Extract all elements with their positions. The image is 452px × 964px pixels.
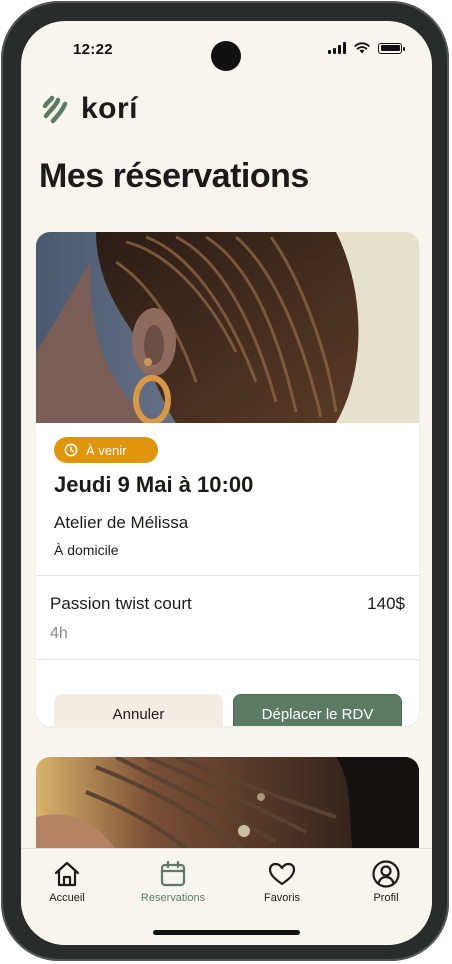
reschedule-button[interactable]: Déplacer le RDV [233, 694, 402, 726]
tab-label: Reservations [140, 892, 206, 904]
service-price: 140$ [367, 594, 405, 613]
calendar-icon [160, 860, 186, 887]
app-screen: 12:22 korí Mes réservations À venir Jeud… [21, 21, 432, 945]
divider [36, 575, 419, 576]
heart-icon [268, 862, 296, 886]
home-icon [54, 861, 80, 887]
tab-favoris[interactable]: Favoris [237, 859, 327, 904]
reservation-location: À domicile [54, 542, 119, 558]
status-time: 12:22 [73, 41, 113, 58]
dynamic-island [211, 41, 241, 71]
tab-profil[interactable]: Profil [341, 859, 431, 904]
tab-label: Profil [373, 892, 399, 904]
status-badge-label: À venir [86, 442, 127, 458]
home-indicator [153, 930, 300, 935]
app-logo: korí [41, 92, 138, 126]
page-title: Mes réservations [39, 157, 309, 195]
salon-name: Atelier de Mélissa [54, 513, 189, 532]
battery-icon [378, 42, 405, 54]
status-badge: À venir [54, 437, 159, 463]
service-name: Passion twist court [50, 594, 192, 613]
status-bar: 12:22 [21, 21, 432, 77]
reservation-date: Jeudi 9 Mai à 10:00 [54, 472, 254, 497]
kori-logo-icon [42, 95, 68, 124]
signal-icon [328, 42, 346, 54]
service-duration: 4h [50, 625, 68, 642]
app-name: korí [81, 92, 139, 125]
tab-reservations[interactable]: Reservations [128, 859, 218, 904]
reservation-card[interactable]: À venir Jeudi 9 Mai à 10:00 Atelier de M… [36, 232, 419, 726]
user-icon [372, 860, 400, 888]
tab-label: Accueil [49, 892, 85, 904]
wifi-icon [354, 42, 370, 54]
tab-accueil[interactable]: Accueil [22, 859, 112, 904]
divider [36, 659, 419, 660]
clock-icon [64, 443, 78, 457]
tab-label: Favoris [263, 892, 301, 904]
cancel-button[interactable]: Annuler [54, 694, 223, 726]
hairstyle-photo [36, 232, 419, 423]
status-icons [328, 42, 405, 54]
phone-frame: 12:22 korí Mes réservations À venir Jeud… [1, 1, 449, 961]
